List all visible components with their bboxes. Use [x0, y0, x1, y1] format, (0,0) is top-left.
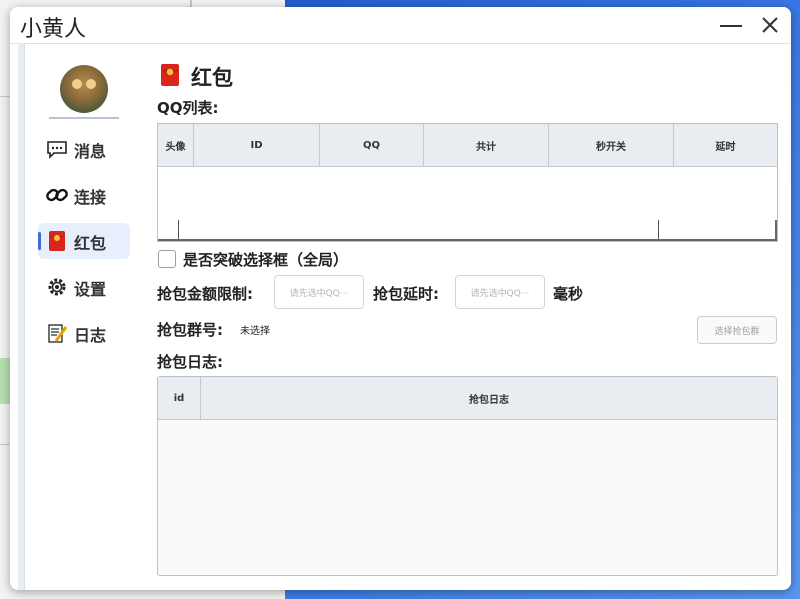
column-header[interactable]: 头像: [158, 124, 194, 166]
group-label: 抢包群号:: [157, 321, 223, 339]
sidebar-item-redpacket[interactable]: 红包: [38, 223, 130, 259]
column-header[interactable]: id: [158, 377, 201, 419]
gear-icon: [48, 278, 66, 296]
horizontal-scrollbar[interactable]: [158, 239, 777, 241]
delay-label: 抢包延时:: [373, 285, 439, 303]
qq-table[interactable]: 头像 ID QQ 共计 秒开关 延时: [157, 123, 778, 242]
link-icon: [46, 188, 68, 202]
log-label: 抢包日志:: [157, 353, 223, 371]
column-header[interactable]: QQ: [320, 124, 424, 166]
qq-table-header: 头像 ID QQ 共计 秒开关 延时: [158, 124, 777, 167]
sidebar-item-log[interactable]: 日志: [38, 315, 130, 351]
sidebar-item-label: 日志: [74, 326, 107, 345]
red-envelope-icon: [161, 64, 179, 86]
sidebar-divider: [24, 43, 25, 590]
column-header[interactable]: 抢包日志: [201, 377, 777, 419]
column-header[interactable]: 延时: [674, 124, 777, 166]
page-title: 红包: [191, 66, 233, 90]
close-icon: [762, 17, 778, 33]
column-header[interactable]: 共计: [424, 124, 549, 166]
sidebar-item-connect[interactable]: 连接: [38, 177, 130, 213]
break-select-checkbox[interactable]: [158, 250, 176, 268]
scroll-marker: [178, 220, 179, 240]
log-icon: [48, 324, 68, 343]
sidebar-item-label: 消息: [74, 142, 107, 161]
avatar-underline: [49, 117, 119, 119]
log-table[interactable]: id 抢包日志: [157, 376, 778, 576]
amount-limit-input[interactable]: 请先选中QQ···: [274, 275, 364, 309]
column-header[interactable]: 秒开关: [549, 124, 674, 166]
title-bar[interactable]: 小黄人: [10, 7, 791, 44]
avatar: [60, 65, 108, 113]
qq-list-label: QQ列表:: [157, 99, 219, 117]
sidebar-item-label: 设置: [74, 280, 107, 299]
group-value: 未选择: [240, 326, 270, 337]
ms-unit-label: 毫秒: [553, 285, 584, 303]
message-icon: [47, 141, 67, 159]
sidebar-item-label: 连接: [74, 188, 107, 207]
close-button[interactable]: [756, 13, 784, 37]
delay-input[interactable]: 请先选中QQ···: [455, 275, 545, 309]
scroll-marker: [775, 220, 777, 240]
checkbox-label: 是否突破选择框（全局）: [183, 251, 349, 269]
sidebar-item-messages[interactable]: 消息: [38, 131, 130, 167]
log-table-header: id 抢包日志: [158, 377, 777, 420]
window-title: 小黄人: [20, 17, 87, 42]
sidebar-item-settings[interactable]: 设置: [38, 269, 130, 305]
minimize-button[interactable]: [717, 13, 745, 37]
column-header[interactable]: ID: [194, 124, 320, 166]
amount-limit-label: 抢包金额限制:: [157, 285, 253, 303]
scroll-marker: [658, 220, 659, 240]
active-indicator: [38, 232, 41, 250]
app-window: 小黄人 消息 连接 红包 设置 日志 红包 QQ列表: 头像 ID QQ 共计 …: [10, 7, 791, 590]
sidebar-item-label: 红包: [74, 234, 107, 253]
select-group-button[interactable]: 选择抢包群: [697, 316, 777, 344]
red-envelope-icon: [49, 231, 65, 251]
